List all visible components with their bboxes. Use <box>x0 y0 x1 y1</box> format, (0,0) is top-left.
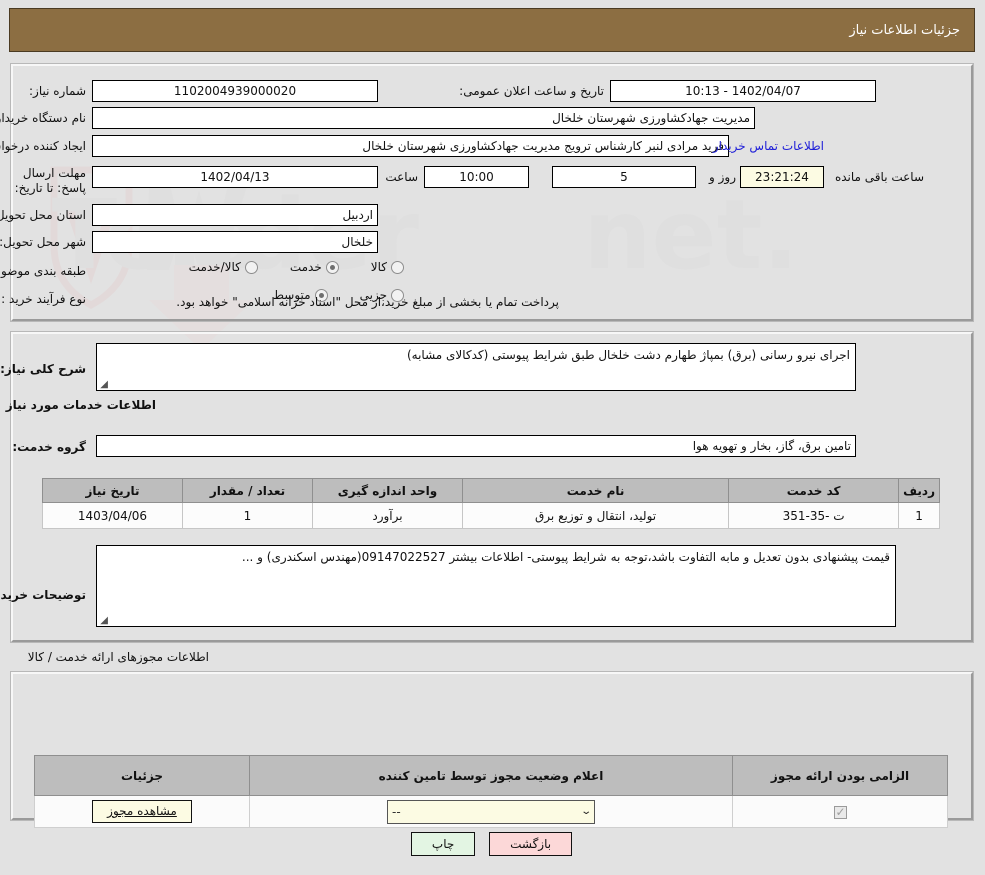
category-option-label: کالا/خدمت <box>190 260 242 274</box>
permits-table-row: ⌄ -- مشاهده مجوز <box>36 796 949 828</box>
delivery-city-label: شهر محل تحویل: <box>0 235 87 250</box>
services-cell-name: تولید، انتقال و توزیع برق <box>464 503 730 529</box>
services-section-title: اطلاعات خدمات مورد نیاز <box>7 398 157 412</box>
deadline-hour-label: ساعت <box>386 170 419 185</box>
resize-grip-icon[interactable]: ◢ <box>100 380 109 389</box>
services-column-header: تاریخ نیاز <box>44 479 184 503</box>
services-column-header: نام خدمت <box>464 479 730 503</box>
remaining-time-value: 23:21:24 <box>741 166 825 188</box>
process-type-label: نوع فرآیند خرید : <box>2 292 87 307</box>
permits-column-header: اعلام وضعیت مجوز توسط تامین کننده <box>251 756 734 796</box>
permits-table: الزامی بودن ارائه مجوزاعلام وضعیت مجوز ت… <box>35 755 949 828</box>
deadline-date-value: 1402/04/13 <box>93 166 379 188</box>
service-group-label: گروه خدمت: <box>13 440 87 455</box>
need-number-label: شماره نیاز: <box>30 84 87 99</box>
permits-section-title: اطلاعات مجوزهای ارائه خدمت / کالا <box>29 650 210 664</box>
remaining-time-label: ساعت باقی مانده <box>836 170 925 185</box>
need-summary-label: شرح کلی نیاز: <box>1 362 87 377</box>
buyer-notes-value: قیمت پیشنهادی بدون تعدیل و مابه التفاوت … <box>243 550 891 564</box>
footer-actions: بازگشت چاپ <box>0 832 985 856</box>
delivery-province-label: استان محل تحویل: <box>0 208 87 223</box>
remaining-days-value: 5 <box>553 166 697 188</box>
announce-datetime-value: 1402/04/07 - 10:13 <box>611 80 877 102</box>
delivery-city-value: خلخال <box>93 231 379 253</box>
category-option-1[interactable]: خدمت <box>291 260 340 274</box>
permit-status-select[interactable]: ⌄ -- <box>388 800 596 824</box>
permits-column-header: الزامی بودن ارائه مجوز <box>734 756 949 796</box>
permit-status-cell: ⌄ -- <box>251 796 734 828</box>
services-column-header: ردیف <box>900 479 941 503</box>
services-cell-row: 1 <box>900 503 941 529</box>
services-cell-date: 1403/04/06 <box>44 503 184 529</box>
permit-required-checkbox[interactable] <box>835 806 848 819</box>
process-note: پرداخت تمام یا بخشی از مبلغ خرید،از محل … <box>177 295 560 310</box>
services-cell-qty: 1 <box>184 503 314 529</box>
permit-status-value: -- <box>393 805 402 819</box>
buyer-notes-label: توضیحات خریدار: <box>0 588 87 603</box>
category-radio-group[interactable]: کالا خدمت کالا/خدمت <box>164 260 405 274</box>
announce-datetime-label: تاریخ و ساعت اعلان عمومی: <box>460 84 605 99</box>
request-creator-label: ایجاد کننده درخواست: <box>0 139 87 154</box>
need-number-value: 1102004939000020 <box>93 80 379 102</box>
need-summary-textarea[interactable]: اجرای نیرو رسانی (برق) بمپاژ طهارم دشت خ… <box>97 343 857 391</box>
back-button[interactable]: بازگشت <box>490 832 573 856</box>
page-title: جزئیات اطلاعات نیاز <box>850 23 961 38</box>
category-option-2[interactable]: کالا/خدمت <box>190 260 259 274</box>
services-column-header: تعداد / مقدار <box>184 479 314 503</box>
deadline-time-value: 10:00 <box>425 166 530 188</box>
services-column-header: کد خدمت <box>730 479 900 503</box>
permits-column-header: جزئیات <box>36 756 251 796</box>
view-permit-button[interactable]: مشاهده مجوز <box>93 800 193 823</box>
chevron-down-icon: ⌄ <box>581 806 593 817</box>
services-table: ردیفکد خدمتنام خدمتواحد اندازه گیریتعداد… <box>43 478 941 529</box>
permit-detail-cell: مشاهده مجوز <box>36 796 251 828</box>
category-option-label: خدمت <box>291 260 323 274</box>
buyer-org-label: نام دستگاه خریدار: <box>0 111 87 126</box>
service-group-value: تامین برق، گاز، بخار و تهویه هوا <box>97 435 857 457</box>
buyer-org-value: مدیریت جهادکشاورزی شهرستان خلخال <box>93 107 756 129</box>
request-creator-value: فرید مرادی لنبر کارشناس ترویج مدیریت جها… <box>93 135 730 157</box>
category-option-0[interactable]: کالا <box>372 260 405 274</box>
services-cell-unit: برآورد <box>314 503 464 529</box>
services-table-header-row: ردیفکد خدمتنام خدمتواحد اندازه گیریتعداد… <box>44 479 941 503</box>
radio-unselected-icon[interactable] <box>392 261 405 274</box>
window-titlebar: جزئیات اطلاعات نیاز <box>10 8 976 52</box>
category-label: طبقه بندی موضوعی: <box>0 264 87 279</box>
buyer-notes-textarea[interactable]: قیمت پیشنهادی بدون تعدیل و مابه التفاوت … <box>97 545 897 627</box>
services-cell-code: ت -35-351 <box>730 503 900 529</box>
resize-grip-icon[interactable]: ◢ <box>100 616 109 625</box>
remaining-days-label: روز و <box>710 170 737 185</box>
radio-selected-icon[interactable] <box>327 261 340 274</box>
services-column-header: واحد اندازه گیری <box>314 479 464 503</box>
permits-table-header-row: الزامی بودن ارائه مجوزاعلام وضعیت مجوز ت… <box>36 756 949 796</box>
radio-unselected-icon[interactable] <box>246 261 259 274</box>
services-table-row: 1ت -35-351تولید، انتقال و توزیع برقبرآور… <box>44 503 941 529</box>
general-info-panel <box>12 64 974 321</box>
need-summary-value: اجرای نیرو رسانی (برق) بمپاژ طهارم دشت خ… <box>408 348 851 362</box>
page-root: na Tender .net جزئیات اطلاعات نیاز شماره… <box>0 0 985 875</box>
permit-required-cell <box>734 796 949 828</box>
buyer-contact-link[interactable]: اطلاعات تماس خریدار <box>714 139 825 153</box>
deadline-label: مهلت ارسال پاسخ: تا تاریخ: <box>7 166 87 196</box>
delivery-province-value: اردبیل <box>93 204 379 226</box>
category-option-label: کالا <box>372 260 388 274</box>
print-button[interactable]: چاپ <box>412 832 476 856</box>
